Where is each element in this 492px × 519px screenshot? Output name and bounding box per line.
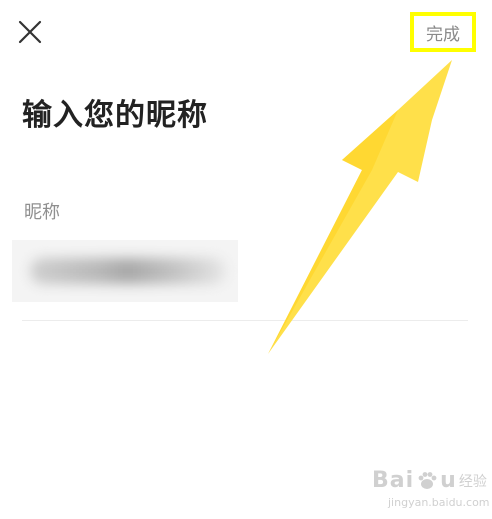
watermark-url: jingyan.baidu.com (388, 496, 490, 509)
annotation-arrow-icon (268, 60, 452, 354)
watermark-brand-cn: 经验 (458, 473, 487, 490)
watermark: Bai u 经验 (372, 468, 487, 493)
watermark-brand-1: Bai (372, 468, 415, 493)
watermark-brand-2: u (440, 468, 457, 493)
paw-icon (418, 471, 437, 489)
